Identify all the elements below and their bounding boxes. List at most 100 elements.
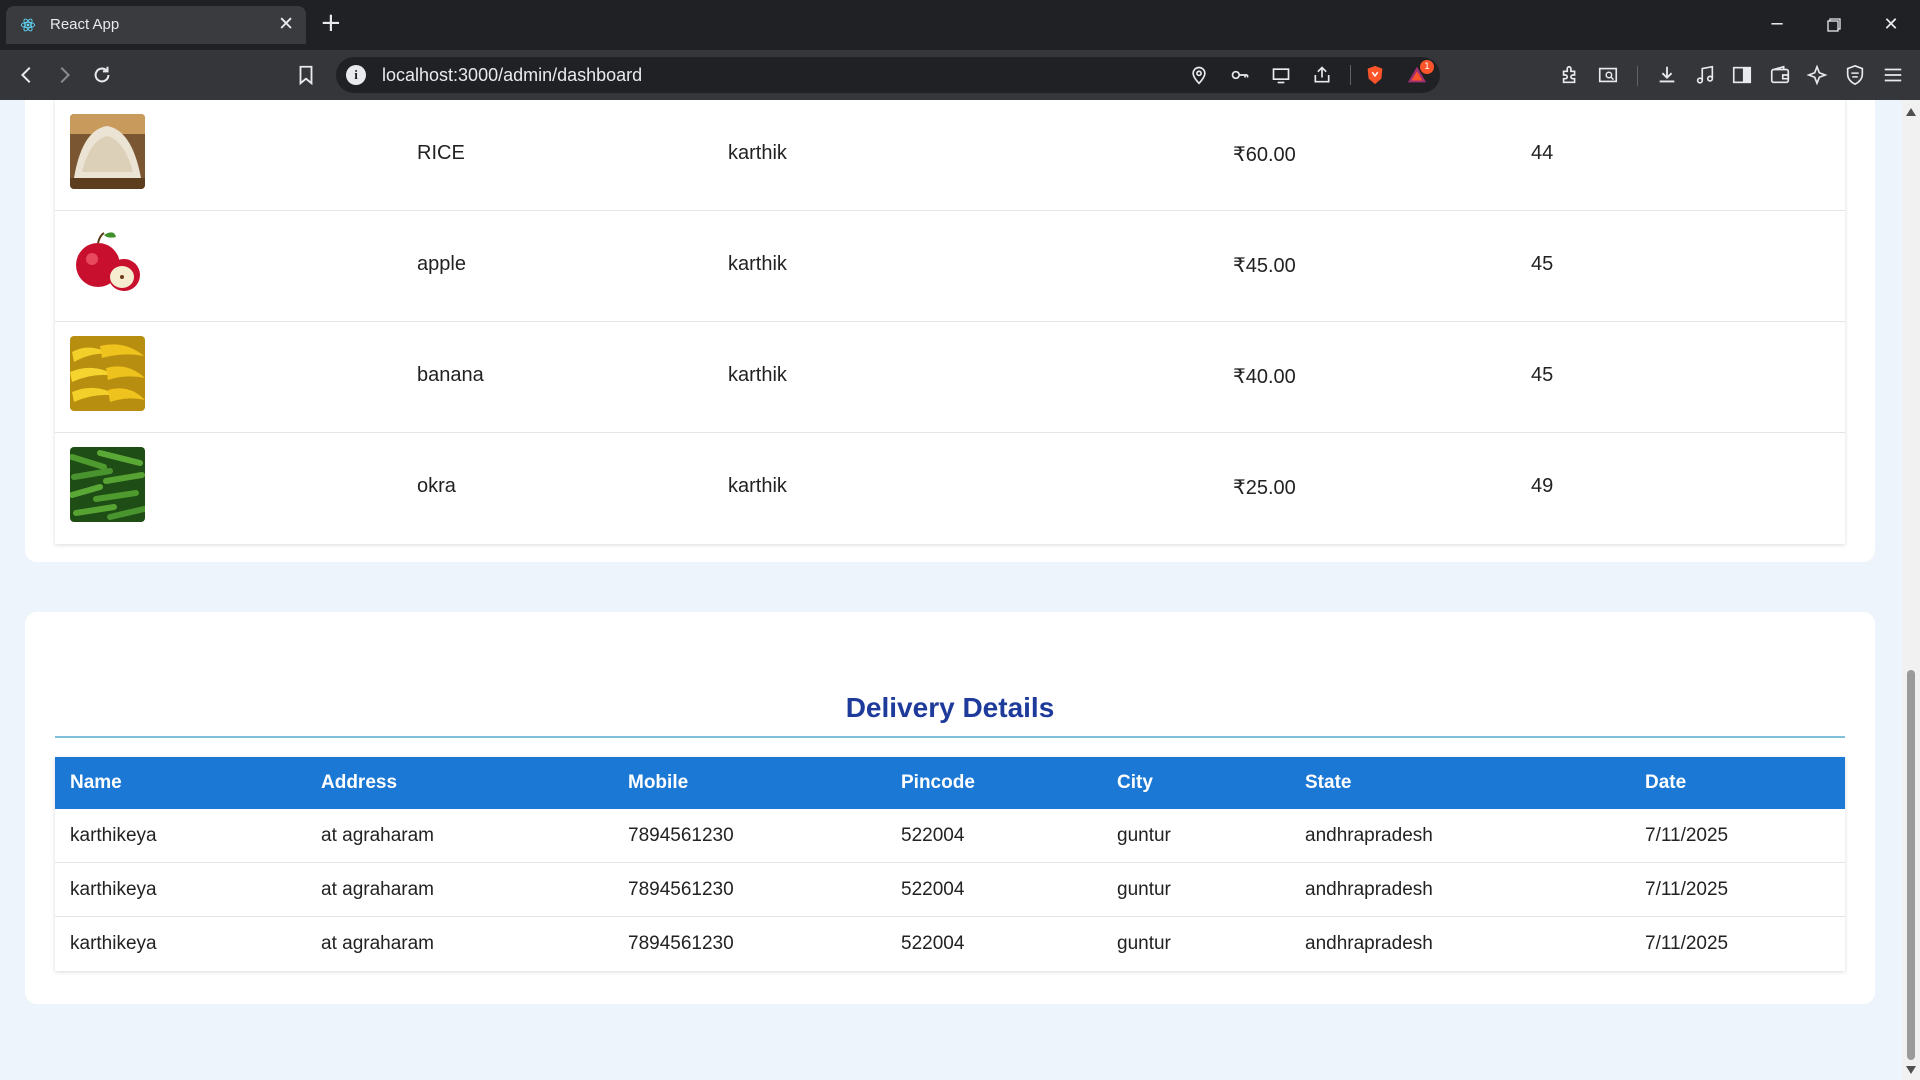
product-seller: karthik [728, 253, 787, 275]
vpn-shield-icon[interactable] [1842, 62, 1868, 88]
product-quantity: 49 [1531, 475, 1554, 497]
browser-titlebar: React App ✕ + ─ ✕ [0, 0, 1920, 50]
cell-mobile: 7894561230 [628, 879, 734, 900]
url-divider [1350, 65, 1351, 85]
reader-mode-icon[interactable] [1595, 62, 1621, 88]
product-seller: karthik [728, 364, 787, 386]
scrollbar-thumb[interactable] [1907, 670, 1915, 1060]
product-row: RICE karthik ₹60.00 44 [55, 100, 1845, 211]
cell-state: andhrapradesh [1305, 825, 1433, 846]
cell-name: karthikeya [70, 933, 157, 954]
cast-icon[interactable] [1271, 65, 1291, 85]
column-header: Date [1645, 772, 1687, 793]
extensions-icon[interactable] [1557, 62, 1583, 88]
cell-pincode: 522004 [901, 825, 965, 846]
table-header: Name Address Mobile Pincode City State D… [55, 757, 1845, 809]
reload-icon[interactable] [89, 62, 115, 88]
product-price: ₹40.00 [1233, 366, 1296, 388]
address-bar[interactable]: i localhost:3000/admin/dashboard 1 [336, 57, 1440, 93]
forward-icon[interactable] [51, 62, 77, 88]
site-info-icon[interactable]: i [346, 65, 366, 85]
menu-icon[interactable] [1880, 62, 1906, 88]
products-table: RICE karthik ₹60.00 44 apple karthik ₹45… [55, 100, 1845, 544]
section-title: Delivery Details [845, 692, 1055, 723]
apple-image [70, 225, 145, 300]
cell-city: guntur [1117, 879, 1171, 900]
cell-address: at agraharam [321, 825, 435, 846]
cell-state: andhrapradesh [1305, 879, 1433, 900]
product-price: ₹45.00 [1233, 255, 1296, 277]
download-icon[interactable] [1654, 62, 1680, 88]
product-quantity: 45 [1531, 253, 1554, 275]
cell-city: guntur [1117, 825, 1171, 846]
product-name: apple [417, 253, 466, 275]
product-row: banana karthik ₹40.00 45 [55, 322, 1845, 433]
wallet-icon[interactable] [1767, 62, 1793, 88]
column-header: Name [70, 772, 122, 793]
product-row: apple karthik ₹45.00 45 [55, 211, 1845, 322]
back-icon[interactable] [14, 62, 40, 88]
banana-image [70, 336, 145, 411]
rice-image [70, 114, 145, 189]
new-tab-icon[interactable]: + [320, 9, 342, 37]
table-row: karthikeya at agraharam 7894561230 52200… [55, 809, 1845, 863]
product-name: okra [417, 475, 456, 497]
product-seller: karthik [728, 142, 787, 164]
browser-tab[interactable]: React App ✕ [6, 6, 306, 44]
restore-icon[interactable] [1819, 10, 1849, 40]
product-price: ₹25.00 [1233, 477, 1296, 499]
share-icon[interactable] [1312, 65, 1332, 85]
cell-mobile: 7894561230 [628, 933, 734, 954]
cell-date: 7/11/2025 [1645, 825, 1729, 846]
column-header: Address [321, 772, 398, 793]
page-scrollbar[interactable] [1902, 100, 1920, 1080]
scroll-up-icon[interactable] [1906, 108, 1916, 116]
product-price: ₹60.00 [1233, 144, 1296, 166]
cell-name: karthikeya [70, 825, 157, 846]
column-header: City [1117, 772, 1153, 793]
product-name: RICE [417, 142, 465, 164]
title-divider [55, 736, 1845, 738]
product-name: banana [417, 364, 484, 386]
product-seller: karthik [728, 475, 787, 497]
close-window-icon[interactable]: ✕ [1876, 10, 1906, 40]
react-logo-icon [20, 18, 36, 32]
delivery-table: Name Address Mobile Pincode City State D… [55, 757, 1845, 971]
product-quantity: 45 [1531, 364, 1554, 386]
cell-pincode: 522004 [901, 879, 965, 900]
cell-state: andhrapradesh [1305, 933, 1433, 954]
delivery-card: Delivery Details Name Address Mobile Pin… [25, 612, 1875, 1004]
cell-city: guntur [1117, 933, 1171, 954]
okra-image [70, 447, 145, 522]
product-row: okra karthik ₹25.00 49 [55, 433, 1845, 544]
column-header: State [1305, 772, 1352, 793]
media-icon[interactable] [1692, 62, 1718, 88]
tab-title: React App [50, 16, 120, 33]
key-icon[interactable] [1230, 65, 1250, 85]
brave-shields-icon[interactable] [1364, 64, 1386, 86]
table-row: karthikeya at agraharam 7894561230 52200… [55, 917, 1845, 971]
scroll-down-icon[interactable] [1906, 1066, 1916, 1074]
cell-mobile: 7894561230 [628, 825, 734, 846]
cell-address: at agraharam [321, 879, 435, 900]
product-quantity: 44 [1531, 142, 1554, 164]
products-card: RICE karthik ₹60.00 44 apple karthik ₹45… [25, 100, 1875, 562]
location-icon[interactable] [1189, 65, 1209, 85]
cell-address: at agraharam [321, 933, 435, 954]
bookmark-icon[interactable] [293, 62, 319, 88]
browser-toolbar: i localhost:3000/admin/dashboard 1 [0, 50, 1920, 100]
minimize-icon[interactable]: ─ [1762, 10, 1792, 40]
cell-date: 7/11/2025 [1645, 879, 1729, 900]
cell-pincode: 522004 [901, 933, 965, 954]
column-header: Pincode [901, 772, 975, 793]
sidebar-icon[interactable] [1729, 62, 1755, 88]
leo-ai-icon[interactable] [1804, 62, 1830, 88]
page-viewport: RICE karthik ₹60.00 44 apple karthik ₹45… [0, 100, 1902, 1080]
column-header: Mobile [628, 772, 689, 793]
toolbar-divider [1637, 66, 1638, 86]
tab-close-icon[interactable]: ✕ [278, 13, 294, 35]
url-text[interactable]: localhost:3000/admin/dashboard [382, 65, 642, 86]
cell-name: karthikeya [70, 879, 157, 900]
table-row: karthikeya at agraharam 7894561230 52200… [55, 863, 1845, 917]
cell-date: 7/11/2025 [1645, 933, 1729, 954]
